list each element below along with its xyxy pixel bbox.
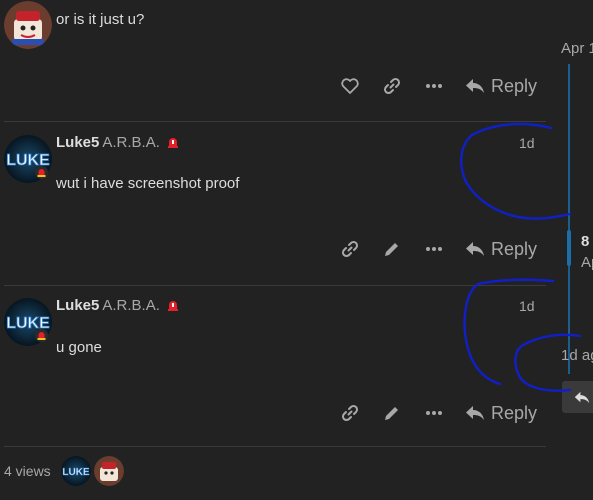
views-count: 4 views	[4, 463, 51, 479]
timeline-start-date[interactable]: Apr 1	[561, 40, 593, 57]
svg-text:LUKE: LUKE	[62, 467, 90, 478]
avatar-user-1[interactable]	[4, 1, 52, 49]
timeline-reply-button[interactable]	[562, 381, 593, 413]
reply-icon	[466, 406, 484, 420]
user-fullname: A.R.B.A.	[102, 297, 160, 314]
reply-label: Reply	[491, 402, 538, 423]
post-actions: Reply	[329, 70, 545, 102]
post-header: Luke5 A.R.B.A.	[56, 297, 180, 315]
reply-icon	[574, 391, 590, 403]
like-icon[interactable]	[329, 70, 371, 102]
username[interactable]: Luke5	[56, 297, 99, 314]
timeline-handle[interactable]	[567, 230, 571, 266]
timeline-track[interactable]	[568, 64, 570, 374]
participant-avatar[interactable]: LUKE	[61, 456, 91, 486]
edit-icon[interactable]	[371, 397, 413, 429]
post-divider	[4, 121, 546, 122]
edit-icon[interactable]	[371, 233, 413, 265]
timeline-position: 8	[581, 233, 590, 250]
post-actions: Reply	[329, 233, 545, 265]
more-icon[interactable]	[413, 397, 455, 429]
post-divider	[4, 285, 546, 286]
post-body: u gone	[56, 339, 102, 356]
reply-button[interactable]: Reply	[455, 233, 545, 265]
reply-button[interactable]: Reply	[455, 397, 545, 429]
more-icon[interactable]	[413, 233, 455, 265]
post-divider	[4, 446, 546, 447]
post-date[interactable]: 1d	[519, 135, 535, 151]
reply-label: Reply	[491, 238, 538, 259]
flair-icon	[35, 329, 48, 342]
reply-icon	[466, 242, 484, 256]
post-actions: Reply	[329, 397, 545, 429]
reply-icon	[466, 79, 484, 93]
reply-button[interactable]: Reply	[455, 70, 545, 102]
siren-icon	[167, 301, 178, 311]
username[interactable]: Luke5	[56, 134, 99, 151]
link-icon[interactable]	[329, 233, 371, 265]
timeline-position-date: Ap	[581, 254, 593, 271]
post-date[interactable]: 1d	[519, 298, 535, 314]
user-fullname: A.R.B.A.	[102, 134, 160, 151]
link-icon[interactable]	[329, 397, 371, 429]
post-body: or is it just u?	[56, 11, 145, 28]
reply-label: Reply	[491, 75, 538, 96]
link-icon[interactable]	[371, 70, 413, 102]
more-icon[interactable]	[413, 70, 455, 102]
participant-avatar[interactable]	[94, 456, 124, 486]
siren-icon	[167, 138, 178, 148]
post-header: Luke5 A.R.B.A.	[56, 134, 180, 152]
flair-icon	[35, 166, 48, 179]
post-body: wut i have screenshot proof	[56, 175, 240, 192]
timeline-end-date[interactable]: 1d ag	[561, 347, 593, 364]
